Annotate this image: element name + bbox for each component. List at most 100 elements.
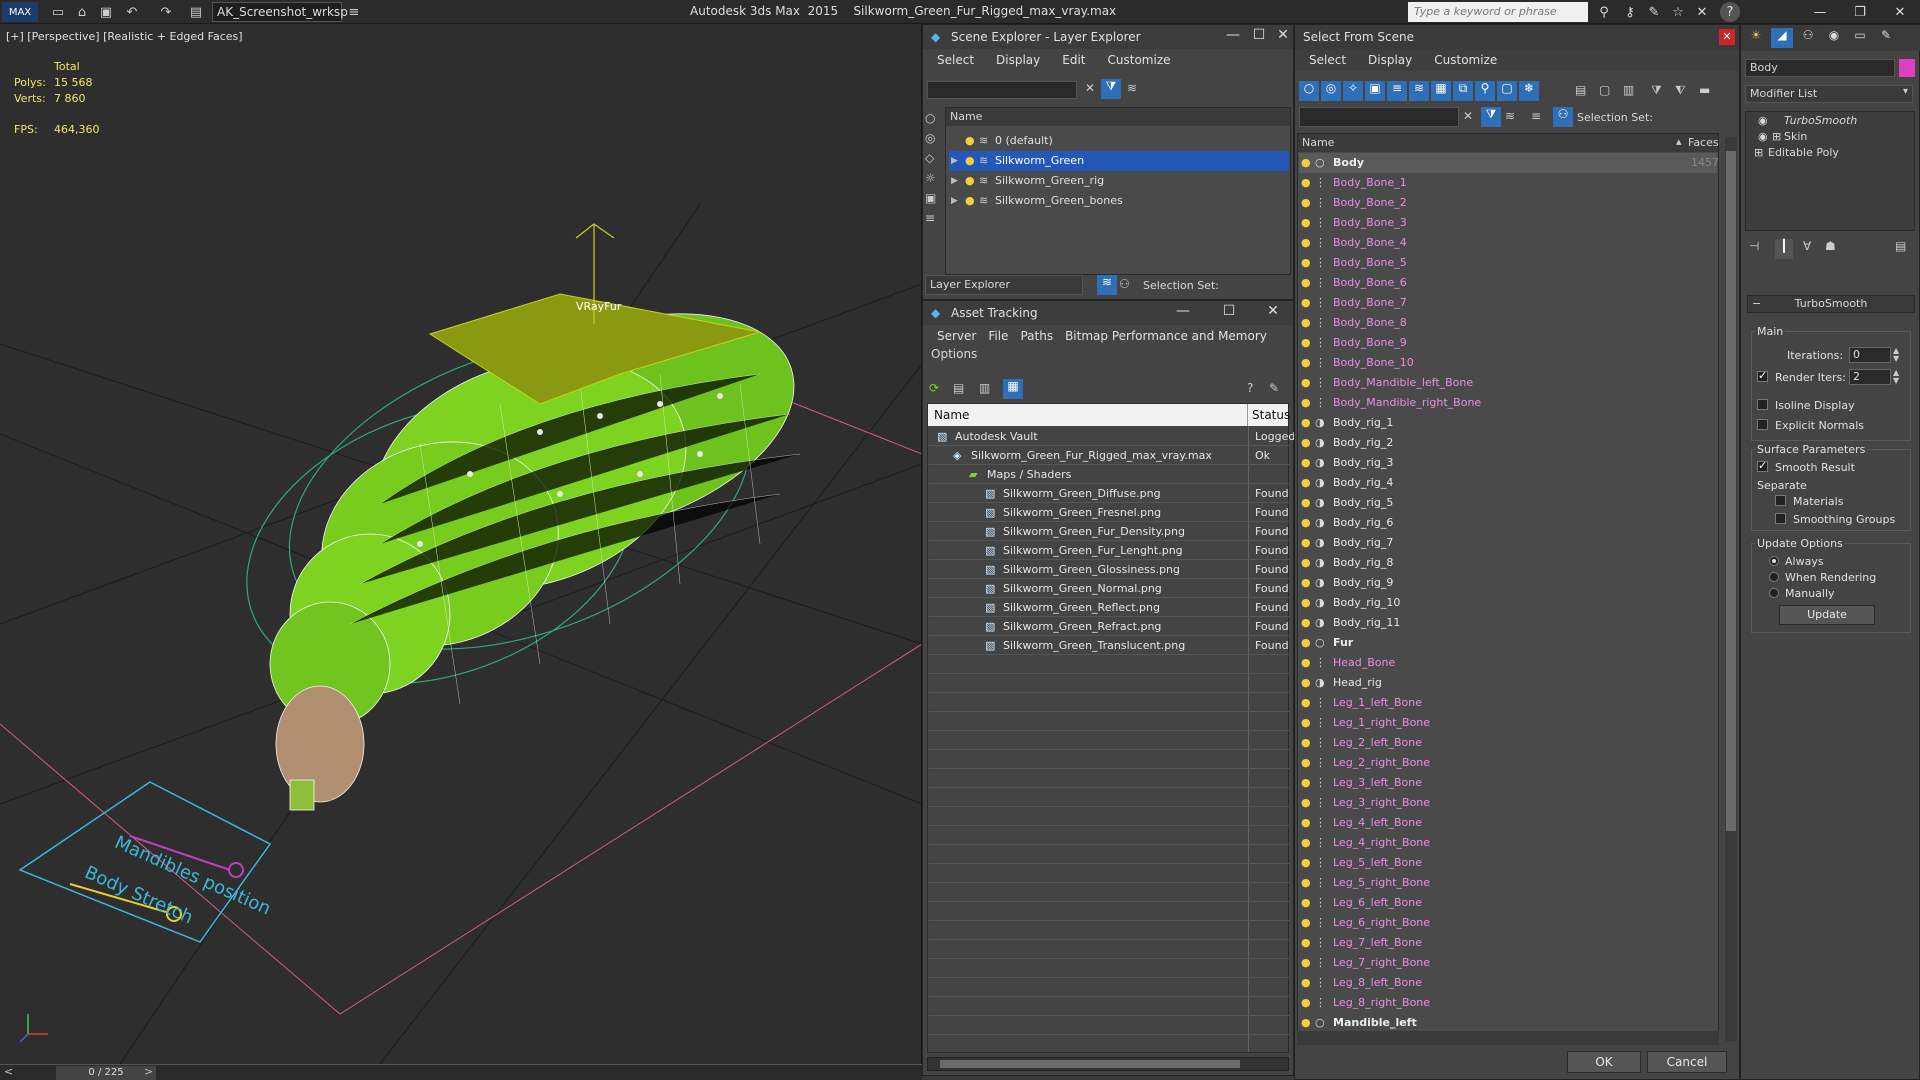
- explorer-type-dropdown[interactable]: Layer Explorer: [925, 275, 1083, 295]
- open-file-icon[interactable]: ⌂: [72, 2, 92, 22]
- object-row[interactable]: ● ○ Body 1457: [1299, 153, 1719, 173]
- object-row[interactable]: ● ◑ Body_rig_1: [1299, 413, 1717, 433]
- object-row[interactable]: ● ⋮ Leg_3_right_Bone: [1299, 793, 1717, 813]
- menu-edit[interactable]: Edit: [1062, 53, 1085, 67]
- lightbulb-icon[interactable]: ●: [1301, 853, 1311, 873]
- object-row[interactable]: ● ⋮ Leg_8_right_Bone: [1299, 993, 1717, 1013]
- menu-bitmap-performance[interactable]: Bitmap Performance and Memory: [1065, 329, 1267, 343]
- minimize-icon[interactable]: —: [1173, 303, 1193, 323]
- faces-column-header[interactable]: Faces: [1688, 134, 1719, 152]
- expand-icon[interactable]: ⊞: [1754, 146, 1763, 159]
- configure-sets-icon[interactable]: ▤: [1895, 239, 1906, 253]
- subscription-icon[interactable]: ✎: [1644, 2, 1664, 22]
- smoothing-groups-checkbox[interactable]: [1775, 513, 1786, 524]
- layer-mode-icon[interactable]: ≋: [1505, 109, 1515, 123]
- object-row[interactable]: ● ◑ Body_rig_7: [1299, 533, 1717, 553]
- display-shapes-icon[interactable]: ◎: [1321, 81, 1341, 101]
- close-icon[interactable]: ✕: [1880, 0, 1920, 24]
- lightbulb-icon[interactable]: ●: [1301, 993, 1311, 1013]
- lightbulb-icon[interactable]: ●: [1301, 553, 1311, 573]
- close-icon[interactable]: ✕: [1273, 27, 1293, 47]
- lightbulb-icon[interactable]: ●: [1301, 773, 1311, 793]
- settings-icon[interactable]: ✎: [1269, 381, 1279, 395]
- object-list-scrollbar[interactable]: [1725, 137, 1737, 1041]
- object-row[interactable]: ● ⋮ Body_Bone_4: [1299, 233, 1717, 253]
- layer-mode-icon[interactable]: ≋: [1097, 275, 1117, 295]
- restore-icon[interactable]: ❐: [1840, 0, 1880, 24]
- iterations-spinner[interactable]: 0: [1849, 347, 1891, 363]
- menu-file[interactable]: File: [988, 329, 1008, 343]
- display-bones-icon[interactable]: ⚲: [1475, 81, 1495, 101]
- menu-options[interactable]: Options: [931, 347, 977, 361]
- workspace-menu-icon[interactable]: ≡: [344, 2, 364, 22]
- lightbulb-icon[interactable]: ●: [1301, 333, 1311, 353]
- table-view-icon[interactable]: ▦: [1003, 379, 1023, 399]
- cancel-button[interactable]: Cancel: [1647, 1051, 1727, 1073]
- menu-display[interactable]: Display: [996, 53, 1040, 67]
- lightbulb-icon[interactable]: ●: [1301, 753, 1311, 773]
- panel-options-icon[interactable]: ▬: [1699, 83, 1710, 97]
- object-row[interactable]: ● ◑ Body_rig_8: [1299, 553, 1717, 573]
- clear-search-icon[interactable]: ✕: [1085, 81, 1095, 95]
- stack-item-editable-poly[interactable]: ⊞ Editable Poly: [1746, 146, 1914, 162]
- asset-row[interactable]: ▧ Silkworm_Green_Refract.png Found: [929, 617, 1289, 636]
- manually-radio[interactable]: [1769, 588, 1779, 598]
- time-slider[interactable]: < 0 / 225 >: [0, 1064, 922, 1080]
- object-row[interactable]: ● ⋮ Body_Bone_6: [1299, 273, 1717, 293]
- lightbulb-icon[interactable]: ●: [965, 191, 975, 211]
- lightbulb-icon[interactable]: ●: [1301, 493, 1311, 513]
- menu-display[interactable]: Display: [1368, 53, 1412, 67]
- object-row[interactable]: ● ○ Mandible_left: [1299, 1013, 1717, 1033]
- asset-status-header[interactable]: Status: [1248, 404, 1290, 426]
- lightbulb-icon[interactable]: ●: [1301, 573, 1311, 593]
- object-row[interactable]: ● ⋮ Leg_5_left_Bone: [1299, 853, 1717, 873]
- lightbulb-icon[interactable]: ●: [1301, 173, 1311, 193]
- prev-frame-icon[interactable]: <: [4, 1065, 13, 1078]
- display-lights-icon[interactable]: ☼: [925, 171, 943, 191]
- select-none-icon[interactable]: ▢: [1599, 83, 1610, 97]
- lightbulb-icon[interactable]: ●: [1301, 713, 1311, 733]
- maximize-icon[interactable]: ☐: [1219, 303, 1239, 323]
- object-row[interactable]: ● ◑ Body_rig_4: [1299, 473, 1717, 493]
- asset-row[interactable]: ▧ Silkworm_Green_Fur_Density.png Found: [929, 522, 1289, 541]
- binoculars-icon[interactable]: ⚲: [1594, 2, 1614, 22]
- object-row[interactable]: ● ⋮ Body_Bone_3: [1299, 213, 1717, 233]
- object-row[interactable]: ● ⋮ Body_Mandible_right_Bone: [1299, 393, 1717, 413]
- lightbulb-icon[interactable]: ●: [965, 171, 975, 191]
- lightbulb-icon[interactable]: ●: [1301, 893, 1311, 913]
- lightbulb-icon[interactable]: ●: [1301, 613, 1311, 633]
- asset-row[interactable]: ▧ Silkworm_Green_Diffuse.png Found: [929, 484, 1289, 503]
- close-icon[interactable]: ✕: [1263, 303, 1283, 323]
- select-from-scene-titlebar[interactable]: Select From Scene ✕: [1295, 25, 1739, 49]
- object-row[interactable]: ● ◑ Body_rig_2: [1299, 433, 1717, 453]
- filter-icon[interactable]: ⧩: [1481, 107, 1501, 127]
- object-row[interactable]: ● ⋮ Head_Bone: [1299, 653, 1717, 673]
- explicit-normals-checkbox[interactable]: [1757, 419, 1768, 430]
- display-geometry-icon[interactable]: ○: [1299, 81, 1319, 101]
- asset-row[interactable]: ▰ Maps / Shaders: [929, 465, 1289, 484]
- lightbulb-icon[interactable]: ●: [1301, 933, 1311, 953]
- lightbulb-icon[interactable]: ●: [1301, 513, 1311, 533]
- turbosmooth-rollout-header[interactable]: − TurboSmooth: [1747, 295, 1915, 313]
- exchange-icon[interactable]: ✕: [1692, 2, 1712, 22]
- menu-customize[interactable]: Customize: [1108, 53, 1171, 67]
- make-unique-icon[interactable]: ∀: [1803, 239, 1811, 253]
- filter-icon[interactable]: ⧩: [1101, 79, 1121, 99]
- lightbulb-icon[interactable]: ●: [965, 131, 975, 151]
- object-row[interactable]: ● ⋮ Leg_2_left_Bone: [1299, 733, 1717, 753]
- lightbulb-icon[interactable]: ●: [965, 151, 975, 171]
- display-lights-icon[interactable]: ✧: [1343, 81, 1363, 101]
- object-row[interactable]: ● ⋮ Body_Bone_2: [1299, 193, 1717, 213]
- object-row[interactable]: ● ⋮ Body_Mandible_left_Bone: [1299, 373, 1717, 393]
- lightbulb-icon[interactable]: ●: [1301, 673, 1311, 693]
- refresh-icon[interactable]: ⟳: [929, 381, 947, 395]
- asset-row[interactable]: ▧ Silkworm_Green_Reflect.png Found: [929, 598, 1289, 617]
- minimize-icon[interactable]: —: [1800, 0, 1840, 24]
- object-name-field[interactable]: Body: [1745, 59, 1895, 77]
- lightbulb-icon[interactable]: ●: [1301, 193, 1311, 213]
- display-containers-icon[interactable]: ▢: [1497, 81, 1517, 101]
- chevron-down-icon[interactable]: ▾: [1903, 86, 1908, 97]
- render-iters-spinner[interactable]: 2: [1849, 369, 1891, 385]
- asset-row[interactable]: ▧ Silkworm_Green_Normal.png Found: [929, 579, 1289, 598]
- layer-row[interactable]: ● ≋ 0 (default): [949, 131, 1289, 151]
